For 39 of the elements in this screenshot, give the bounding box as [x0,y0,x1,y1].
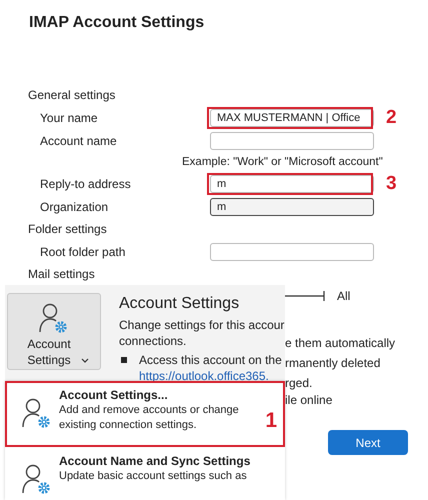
menu-item-title: Account Name and Sync Settings [59,453,252,469]
section-heading: Folder settings [28,221,108,238]
text-field[interactable] [210,132,374,150]
panel-heading: Account Settings [119,295,240,313]
text-field[interactable]: m [210,174,374,192]
text-field[interactable] [210,242,374,260]
bullet-text: Access this account on the [139,352,282,368]
slider-label: All [337,289,350,303]
caret-icon [81,358,89,364]
field-label: Account name [39,134,118,148]
callout-number: 1 [265,409,277,433]
menu-item[interactable]: Account Settings... Add and remove accounts or change existing connection settings. 1 [5,381,285,447]
body-text: e them automatically [285,335,396,352]
text-field[interactable]: MAX MUSTERMANN | Office [210,108,374,126]
section-heading: General settings [28,87,116,104]
field-label: Organization [39,200,110,214]
description-text: Change settings for this accour [119,317,284,333]
description-text: connections. [119,333,188,349]
slider-track[interactable] [285,291,325,301]
menu-item-title: Account Settings... [59,387,169,403]
menu-item[interactable]: Account Name and Sync Settings Update basic account settings such as [5,447,285,500]
menu-item-description: Add and remove accounts or change existing connection settings. [59,403,240,433]
section-heading: Mail settings [28,266,96,283]
bullet-icon [121,357,127,363]
body-text: rmanently deleted [285,355,382,372]
dialog-title: IMAP Account Settings [29,14,206,32]
menu-item-description: Update basic account settings such as [59,469,248,484]
hint-text: Example: "Work" or "Microsoft account" [181,155,384,170]
body-text: ile online [285,392,334,409]
callout-number: 3 [386,172,397,194]
callout-number: 2 [386,106,397,128]
field-label: Root folder path [39,244,126,258]
next-button[interactable]: Next [328,430,408,455]
link[interactable]: https://outlook.office365. [139,368,284,384]
field-label: Reply-to address [39,176,132,190]
field-label: Your name [39,110,99,124]
body-text: rged. [285,375,314,390]
account-settings-button[interactable]: Account Settings [7,293,101,370]
text-field[interactable]: m [210,198,374,216]
